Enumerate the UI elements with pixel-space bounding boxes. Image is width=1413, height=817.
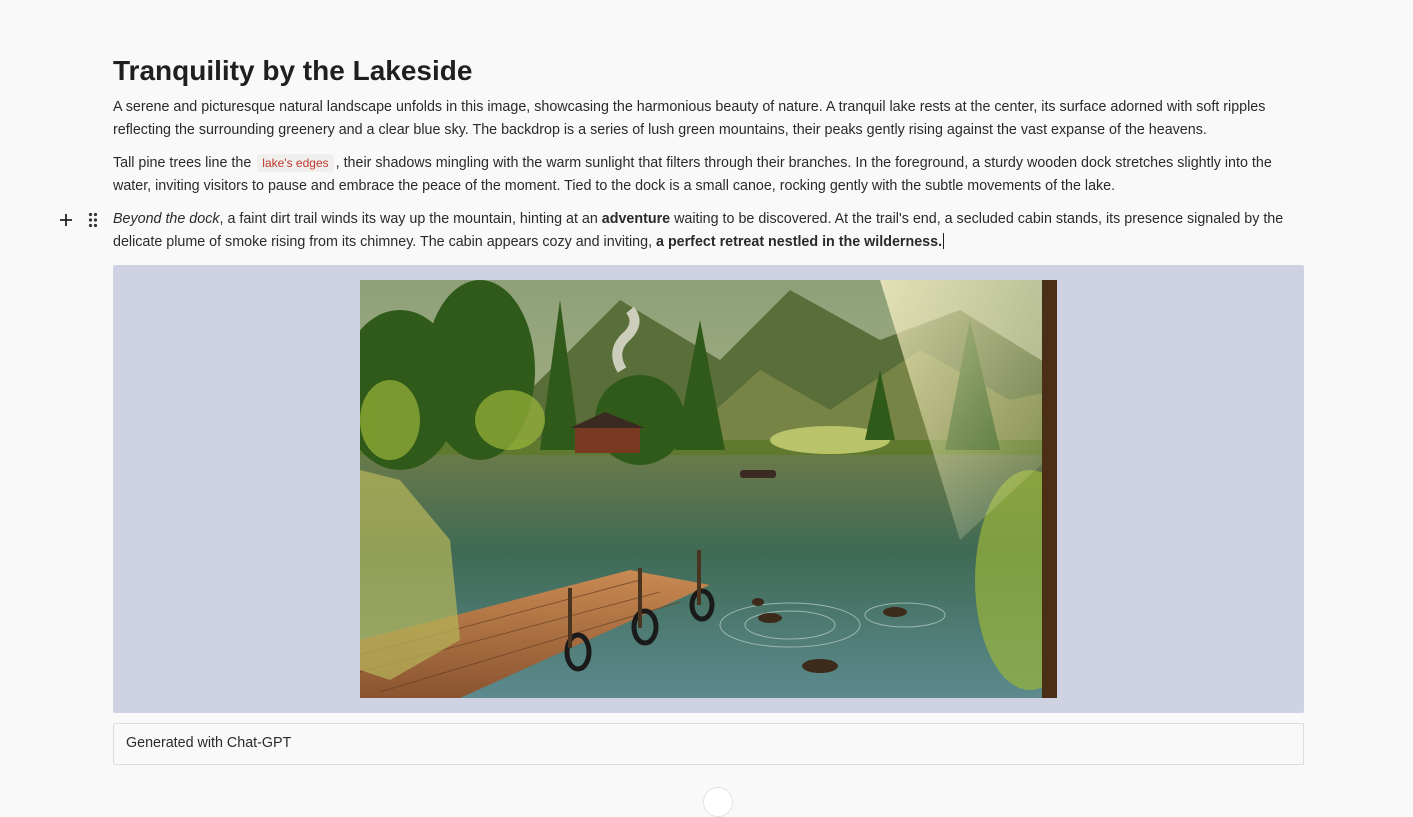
lakeside-photo[interactable] xyxy=(360,280,1057,698)
paragraph-1[interactable]: A serene and picturesque natural landsca… xyxy=(113,96,1304,142)
block-controls xyxy=(58,211,102,229)
image-block[interactable] xyxy=(113,265,1304,713)
page-title[interactable]: Tranquility by the Lakeside xyxy=(113,52,472,90)
drag-handle-icon[interactable] xyxy=(88,212,98,228)
text-cursor xyxy=(943,233,945,249)
image-caption-field[interactable]: Generated with Chat-GPT xyxy=(113,723,1304,765)
bold-text-retreat: a perfect retreat nestled in the wildern… xyxy=(656,234,943,250)
paragraph-3-text-1: , a faint dirt trail winds its way up th… xyxy=(219,211,602,227)
plus-icon[interactable] xyxy=(58,211,74,229)
image-caption-text: Generated with Chat-GPT xyxy=(126,735,292,751)
italic-text: Beyond the dock xyxy=(113,211,220,227)
paragraph-2-text-start: Tall pine trees line the xyxy=(113,155,252,171)
paragraph-2[interactable]: Tall pine trees line the lake's edges, t… xyxy=(113,152,1304,198)
inline-code: lake's edges xyxy=(257,154,334,172)
bold-text-adventure: adventure xyxy=(601,211,671,227)
scroll-handle[interactable] xyxy=(703,787,733,817)
paragraph-3[interactable]: Beyond the dock, a faint dirt trail wind… xyxy=(113,208,1304,254)
